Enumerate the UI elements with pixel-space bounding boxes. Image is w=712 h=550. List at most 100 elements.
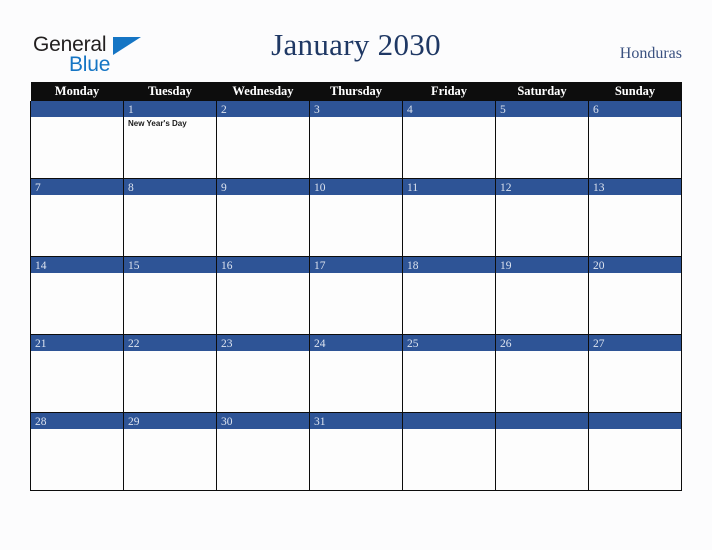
weekday-header-thursday: Thursday	[309, 82, 403, 101]
calendar-empty-cell[interactable]	[495, 412, 589, 491]
day-events	[31, 351, 123, 353]
calendar-day-cell[interactable]: 1 New Year's Day	[123, 101, 217, 179]
day-number-bar	[31, 101, 123, 117]
day-events	[31, 429, 123, 431]
day-number-bar: 8	[124, 179, 216, 195]
calendar-day-cell[interactable]: 3	[309, 101, 403, 179]
day-cell-content	[589, 413, 681, 490]
calendar-day-cell[interactable]: 2	[216, 101, 310, 179]
day-number: 9	[221, 182, 227, 194]
calendar-day-cell[interactable]: 10	[309, 178, 403, 257]
day-number-bar	[589, 413, 681, 429]
day-events	[403, 273, 495, 275]
calendar-day-cell[interactable]: 8	[123, 178, 217, 257]
calendar-day-cell[interactable]: 5	[495, 101, 589, 179]
day-number-bar: 25	[403, 335, 495, 351]
weekday-header-friday: Friday	[402, 82, 496, 101]
calendar-day-cell[interactable]: 25	[402, 334, 496, 413]
day-cell-content: 18	[403, 257, 495, 334]
day-number: 6	[593, 104, 599, 116]
day-number-bar: 20	[589, 257, 681, 273]
day-cell-content: 12	[496, 179, 588, 256]
calendar-day-cell[interactable]: 30	[216, 412, 310, 491]
day-number-bar: 26	[496, 335, 588, 351]
day-number-bar: 15	[124, 257, 216, 273]
day-events	[31, 273, 123, 275]
day-number-bar: 12	[496, 179, 588, 195]
calendar-day-cell[interactable]: 15	[123, 256, 217, 335]
day-cell-content: 29	[124, 413, 216, 490]
day-number: 18	[407, 260, 419, 272]
day-cell-content: 14	[31, 257, 123, 334]
day-cell-content: 23	[217, 335, 309, 412]
calendar-day-cell[interactable]: 26	[495, 334, 589, 413]
calendar-day-cell[interactable]: 22	[123, 334, 217, 413]
day-events	[217, 429, 309, 431]
calendar-day-cell[interactable]: 29	[123, 412, 217, 491]
day-events	[589, 195, 681, 197]
day-events	[124, 429, 216, 431]
calendar-day-cell[interactable]: 17	[309, 256, 403, 335]
day-number: 26	[500, 338, 512, 350]
calendar-day-cell[interactable]: 19	[495, 256, 589, 335]
calendar-day-cell[interactable]: 16	[216, 256, 310, 335]
day-cell-content: 6	[589, 101, 681, 178]
calendar-day-cell[interactable]: 12	[495, 178, 589, 257]
day-cell-content: 13	[589, 179, 681, 256]
calendar-day-cell[interactable]: 20	[588, 256, 682, 335]
calendar-day-cell[interactable]: 14	[30, 256, 124, 335]
calendar-day-cell[interactable]: 28	[30, 412, 124, 491]
day-cell-content: 17	[310, 257, 402, 334]
day-number: 24	[314, 338, 326, 350]
calendar-empty-cell[interactable]	[588, 412, 682, 491]
day-number-bar: 31	[310, 413, 402, 429]
calendar-day-cell[interactable]: 11	[402, 178, 496, 257]
weekday-header-wednesday: Wednesday	[216, 82, 310, 101]
day-number-bar: 5	[496, 101, 588, 117]
day-cell-content: 16	[217, 257, 309, 334]
day-number-bar: 1	[124, 101, 216, 117]
calendar-day-cell[interactable]: 23	[216, 334, 310, 413]
calendar-day-cell[interactable]: 18	[402, 256, 496, 335]
calendar-empty-cell[interactable]	[30, 101, 124, 179]
day-number-bar: 3	[310, 101, 402, 117]
holiday-event: New Year's Day	[128, 119, 187, 128]
day-number-bar: 9	[217, 179, 309, 195]
calendar-grid: Monday Tuesday Wednesday Thursday Friday Satu…	[30, 82, 682, 491]
calendar-day-cell[interactable]: 4	[402, 101, 496, 179]
day-number-bar: 10	[310, 179, 402, 195]
day-cell-content: 22	[124, 335, 216, 412]
day-events	[124, 195, 216, 197]
day-cell-content: 28	[31, 413, 123, 490]
calendar-day-cell[interactable]: 24	[309, 334, 403, 413]
calendar-day-cell[interactable]: 7	[30, 178, 124, 257]
day-number: 16	[221, 260, 233, 272]
calendar-day-cell[interactable]: 6	[588, 101, 682, 179]
day-events	[217, 273, 309, 275]
calendar-day-cell[interactable]: 21	[30, 334, 124, 413]
day-number: 25	[407, 338, 419, 350]
calendar-day-cell[interactable]: 27	[588, 334, 682, 413]
day-number: 28	[35, 416, 47, 428]
day-number-bar: 7	[31, 179, 123, 195]
calendar-day-cell[interactable]: 31	[309, 412, 403, 491]
day-cell-content: 3	[310, 101, 402, 178]
day-events	[124, 351, 216, 353]
day-cell-content: 2	[217, 101, 309, 178]
day-cell-content: 11	[403, 179, 495, 256]
weekday-header-tuesday: Tuesday	[123, 82, 217, 101]
day-number-bar	[403, 413, 495, 429]
day-events	[589, 117, 681, 119]
page-title: January 2030	[271, 27, 441, 62]
day-number: 7	[35, 182, 41, 194]
calendar-day-cell[interactable]: 13	[588, 178, 682, 257]
day-number: 15	[128, 260, 140, 272]
day-number-bar: 6	[589, 101, 681, 117]
day-events: New Year's Day	[124, 117, 216, 129]
calendar-day-cell[interactable]: 9	[216, 178, 310, 257]
day-events	[310, 117, 402, 119]
day-cell-content: 9	[217, 179, 309, 256]
day-cell-content	[31, 101, 123, 178]
calendar-empty-cell[interactable]	[402, 412, 496, 491]
day-number: 3	[314, 104, 320, 116]
